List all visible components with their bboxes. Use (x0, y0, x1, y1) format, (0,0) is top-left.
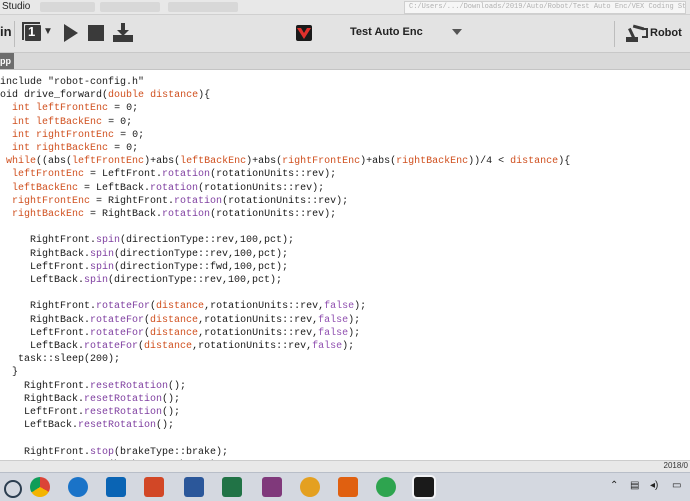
powerpoint-icon[interactable] (144, 477, 164, 497)
toolbar-divider (614, 21, 615, 47)
code-line[interactable]: while((abs(leftFrontEnc)+abs(leftBackEnc… (0, 155, 570, 168)
atom-icon[interactable] (376, 477, 396, 497)
status-bar: 2018/0 (0, 460, 690, 472)
address-bar[interactable]: C:/Users/.../Downloads/2019/Auto/Robot/T… (404, 1, 686, 14)
code-line[interactable]: RightBack.rotateFor(distance,rotationUni… (0, 314, 360, 327)
code-line[interactable]: int leftFrontEnc = 0; (0, 102, 138, 115)
code-line[interactable]: LeftFront.resetRotation(); (0, 406, 180, 419)
word-icon[interactable] (184, 477, 204, 497)
code-line[interactable]: LeftFront.rotateFor(distance,rotationUni… (0, 327, 360, 340)
project-name[interactable]: Test Auto Enc (350, 26, 423, 38)
app-title: Studio (2, 1, 31, 12)
code-line[interactable]: LeftBack.spin(directionType::rev,100,pct… (0, 274, 282, 287)
windows-taskbar: ⌃ ▤ ◂) ▭ (0, 472, 690, 501)
snip-icon[interactable] (338, 477, 358, 497)
blurred-tab[interactable] (100, 2, 160, 12)
code-line[interactable]: int leftBackEnc = 0; (0, 116, 132, 129)
code-line[interactable]: RightFront.spin(directionType::rev,100,p… (0, 234, 294, 247)
message-icon[interactable]: ▭ (672, 480, 681, 491)
code-line[interactable]: LeftFront.spin(directionType::fwd,100,pc… (0, 261, 288, 274)
slot-selector-button[interactable]: 1 ▼ (22, 22, 53, 43)
blurred-tab[interactable] (168, 2, 238, 12)
vex-coding-studio-icon[interactable] (414, 477, 434, 497)
blurred-tab[interactable] (40, 2, 95, 12)
stop-icon[interactable] (88, 25, 104, 41)
window-title-bar: Studio C:/Users/.../Downloads/2019/Auto/… (0, 0, 690, 15)
code-line[interactable]: rightFrontEnc = RightFront.rotation(rota… (0, 195, 348, 208)
vex-logo-icon (296, 25, 312, 41)
download-icon[interactable] (113, 23, 133, 43)
volume-icon[interactable]: ◂) (650, 480, 658, 491)
media-icon[interactable] (300, 477, 320, 497)
file-tab-strip: pp (0, 53, 690, 70)
robot-button-label[interactable]: Robot (650, 27, 682, 39)
project-dropdown-icon[interactable] (452, 29, 462, 35)
code-line[interactable]: oid drive_forward(double distance){ (0, 89, 210, 102)
edge-icon[interactable] (68, 477, 88, 497)
status-timestamp: 2018/0 (663, 461, 688, 470)
code-line[interactable]: RightFront.rotateFor(distance,rotationUn… (0, 300, 366, 313)
chevron-up-icon[interactable]: ⌃ (610, 480, 618, 491)
code-line[interactable]: rightBackEnc = RightBack.rotation(rotati… (0, 208, 336, 221)
code-line[interactable]: task::sleep(200); (0, 353, 120, 366)
play-icon[interactable] (64, 24, 78, 42)
robot-arm-icon[interactable] (626, 24, 648, 42)
excel-icon[interactable] (222, 477, 242, 497)
code-line[interactable]: } (0, 366, 18, 379)
outlook-icon[interactable] (106, 477, 126, 497)
code-line[interactable]: RightFront.resetRotation(); (0, 380, 186, 393)
code-line[interactable]: include "robot-config.h" (0, 76, 144, 89)
toolbar-divider (14, 21, 15, 47)
code-line[interactable]: LeftBack.rotateFor(distance,rotationUnit… (0, 340, 354, 353)
code-editor[interactable]: include "robot-config.h" oid drive_forwar… (0, 70, 690, 460)
code-line[interactable]: RightBack.resetRotation(); (0, 393, 180, 406)
network-icon[interactable]: ▤ (630, 480, 639, 491)
code-line[interactable]: leftBackEnc = LeftBack.rotation(rotation… (0, 182, 324, 195)
toolbar-left-label: in (0, 24, 12, 39)
chrome-icon[interactable] (30, 477, 50, 497)
slot-number: 1 (28, 24, 36, 39)
code-line[interactable]: RightFront.stop(brakeType::brake); (0, 446, 228, 459)
code-line[interactable]: RightBack.spin(directionType::rev,100,pc… (0, 248, 288, 261)
code-line[interactable]: int rightFrontEnc = 0; (0, 129, 144, 142)
code-line[interactable]: LeftBack.resetRotation(); (0, 419, 174, 432)
code-line[interactable]: leftFrontEnc = LeftFront.rotation(rotati… (0, 168, 336, 181)
code-line[interactable]: int rightBackEnc = 0; (0, 142, 138, 155)
search-icon[interactable] (4, 480, 22, 498)
main-toolbar: in 1 ▼ Test Auto Enc Robot (0, 15, 690, 53)
chevron-down-icon: ▼ (43, 26, 53, 37)
file-tab-active[interactable]: pp (0, 53, 14, 69)
onenote-icon[interactable] (262, 477, 282, 497)
